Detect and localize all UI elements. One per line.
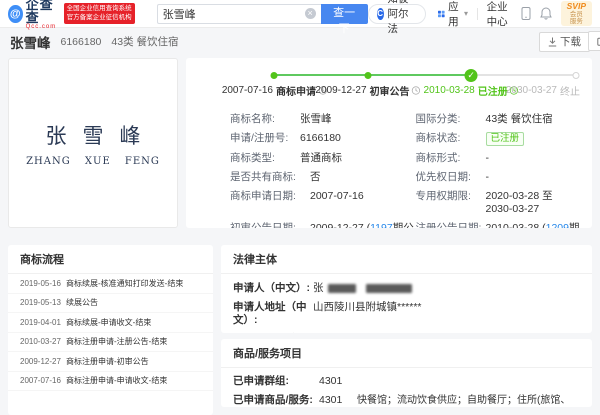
legal-entity-card: 法律主体 申请人（中文）: 张 申请人地址（中文）: 山西陵川县附城镇*****… (221, 245, 592, 333)
mobile-app-icon[interactable] (521, 7, 531, 20)
applied-services-row: 已申请商品/服务: 4301 快餐馆；流动饮食供应；自助餐厅；住所(旅馆、供膳寄… (233, 391, 580, 407)
section-title-process: 商标流程 (8, 245, 213, 274)
clear-icon[interactable]: × (305, 8, 316, 19)
timeline-dot-preliminary (364, 72, 371, 79)
timeline-step-apply: 2007-07-16 商标申请 (222, 83, 327, 98)
apps-grid-icon (438, 9, 445, 19)
download-button[interactable]: 下载 (539, 32, 590, 52)
section-title-legal: 法律主体 (221, 245, 592, 274)
download-icon (548, 37, 557, 47)
table-row: 申请/注册号:6166180 商标状态:已注册 (230, 129, 580, 149)
table-row: 是否共有商标:否 优先权日期:- (230, 168, 580, 187)
agency-row: 代理/办理机构: 山西三晋商标事务所有限公司 ✓代理商标 (233, 330, 580, 333)
timeline-step-preliminary: 2009-12-27 初审公告 (315, 83, 420, 98)
timeline-dot-expire (573, 72, 580, 79)
timeline-line-done (274, 74, 471, 76)
process-row: 2019-05-16 商标续展-核准通知打印发送-结束 (8, 274, 213, 294)
redacted-name-block (366, 284, 412, 293)
table-row: 初审公告日期: 2009-12-27 (1197期公告) 注册公告日期: 201… (230, 219, 580, 228)
timeline-dot-apply (271, 72, 278, 79)
qcc-logo-icon: @ (8, 5, 23, 23)
svip-member-badge[interactable]: SVIP 会员服务 (561, 1, 592, 27)
top-navbar: @ 企查查 Qcc.com 全国企业信用查询系统 官方备案企业征信机构 × 查一… (0, 0, 600, 28)
table-row: 商标类型:普通商标 商标形式:- (230, 149, 580, 168)
timeline-step-registered: 2010-03-28 已注册 (424, 83, 519, 98)
trademark-info-card: ✓ 2007-07-16 商标申请 2009-12-27 初审公告 2010-0… (186, 58, 592, 228)
applicant-row: 申请人（中文）: 张 (233, 279, 580, 298)
section-title-goods: 商品/服务项目 (221, 339, 592, 368)
goods-services-card: 商品/服务项目 已申请群组: 4301 已申请商品/服务: 4301 快餐馆；流… (221, 339, 592, 407)
redacted-name-block (328, 284, 356, 293)
search-bar: × 查一下 (157, 4, 368, 24)
search-input[interactable] (163, 8, 305, 20)
timeline-line-future (471, 74, 576, 76)
registration-number: 6166180 (61, 36, 102, 48)
applied-group-row: 已申请群组: 4301 (233, 372, 580, 391)
table-row: 商标名称:张雪峰 国际分类:43类 餐饮住宿 (230, 110, 580, 129)
chevron-down-icon: ▾ (464, 9, 468, 18)
share-button-partial[interactable] (588, 31, 600, 51)
timeline-check-icon: ✓ (465, 69, 478, 82)
qcc-logo-domain: Qcc.com (26, 24, 60, 30)
trademark-title-bar: 张雪峰 6166180 43类 餐饮住宿 下载 (0, 28, 600, 55)
gazette-issue-link[interactable]: 1197 (370, 222, 393, 228)
process-row: 2007-07-16 商标注册申请-申请收文-结束 (8, 372, 213, 392)
trademark-image-cn: 张雪峰 (46, 120, 157, 150)
zhibi-alpha-icon: C (377, 8, 384, 20)
status-badge: 已注册 (486, 132, 525, 146)
notification-bell-icon[interactable] (540, 7, 552, 20)
apps-menu[interactable]: 应用 ▾ (438, 0, 468, 29)
qcc-logo[interactable]: @ 企查查 Qcc.com (8, 0, 60, 30)
process-row: 2019-04-01 商标续展-申请收文-结束 (8, 313, 213, 333)
trademark-details-table: 商标名称:张雪峰 国际分类:43类 餐饮住宿 申请/注册号:6166180 商标… (198, 110, 580, 228)
page-title: 张雪峰 (10, 32, 51, 52)
qcc-logo-name: 企查查 (26, 0, 60, 24)
search-button[interactable]: 查一下 (321, 4, 368, 24)
zhibi-alpha-button[interactable]: C 知彼阿尔法 (368, 4, 427, 24)
process-row: 2009-12-27 商标注册申请-初审公告 (8, 352, 213, 372)
enterprise-center-link[interactable]: 企业中心 (487, 0, 512, 29)
trademark-image-en: ZHANG XUE FENG (26, 156, 160, 167)
trademark-image-card: 张雪峰 ZHANG XUE FENG (8, 58, 178, 228)
gazette-issue-link[interactable]: 1209 (546, 222, 569, 228)
clock-icon[interactable] (412, 86, 421, 95)
process-row: 2019-05-13 续展公告 (8, 294, 213, 314)
process-row: 2010-03-27 商标注册申请-注册公告-结束 (8, 333, 213, 353)
official-record-badge: 全国企业信用查询系统 官方备案企业征信机构 (64, 3, 135, 23)
applicant-address-row: 申请人地址（中文）: 山西陵川县附城镇****** (233, 298, 580, 330)
table-row: 商标申请日期:2007-07-16 专用权期限:2020-03-28 至 203… (230, 187, 580, 219)
category-label: 43类 餐饮住宿 (111, 34, 178, 49)
status-timeline: ✓ 2007-07-16 商标申请 2009-12-27 初审公告 2010-0… (198, 68, 580, 101)
timeline-step-expire: 2030-03-27 终止 (506, 83, 580, 98)
trademark-process-card: 商标流程 2019-05-16 商标续展-核准通知打印发送-结束 2019-05… (8, 245, 213, 415)
